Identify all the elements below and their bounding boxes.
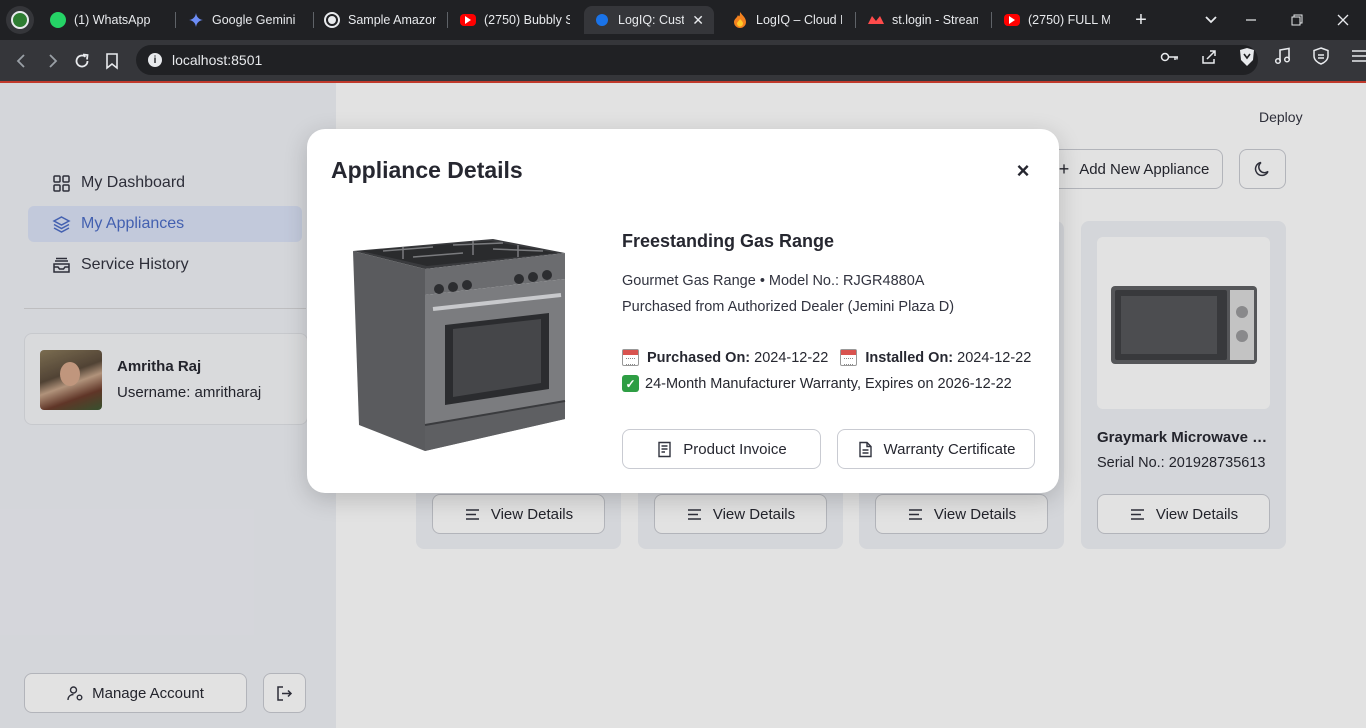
tab-title: Google Gemini (212, 13, 296, 27)
tab-title: st.login - Stream (892, 13, 978, 27)
tab-youtube-bubbly[interactable]: (2750) Bubbly Si (450, 6, 580, 34)
calendar-icon (840, 349, 858, 366)
installed-on-value: 2024-12-22 (957, 349, 1032, 366)
browser-toolbar: i localhost:8501 (0, 40, 1366, 81)
close-tab-icon[interactable]: ✕ (692, 12, 704, 29)
tab-youtube-full[interactable]: (2750) FULL MA (994, 6, 1120, 34)
document-icon (858, 441, 872, 457)
warranty-text: 24-Month Manufacturer Warranty, Expires … (645, 375, 1012, 392)
tab-logiq-cloud[interactable]: LogIQ – Cloud F (722, 6, 852, 34)
firebase-icon (732, 12, 748, 28)
app-icon (594, 12, 610, 28)
brave-shield-icon[interactable] (1238, 47, 1256, 72)
receipt-icon (658, 441, 671, 457)
warranty-certificate-label: Warranty Certificate (883, 440, 1016, 458)
forward-icon[interactable] (40, 49, 64, 73)
purchased-on-label: Purchased On: (647, 349, 751, 366)
modal-title: Appliance Details (331, 157, 523, 183)
gemini-icon (188, 12, 204, 28)
close-icon[interactable]: × (1011, 158, 1035, 183)
tab-title: (2750) FULL MA (1028, 13, 1110, 27)
tab-title: (2750) Bubbly Si (484, 13, 570, 27)
appliance-details-modal: Appliance Details × Freestanding Gas Ran… (307, 129, 1059, 493)
tab-logiq-active[interactable]: LogIQ: Cust ✕ (584, 6, 714, 34)
url-text: localhost:8501 (172, 52, 263, 68)
password-key-icon[interactable] (1160, 49, 1180, 70)
address-bar[interactable]: i localhost:8501 (136, 45, 1258, 75)
date-info: Purchased On: 2024-12-22 Installed On: 2… (622, 349, 1031, 366)
tab-whatsapp[interactable]: (1) WhatsApp (40, 6, 170, 34)
installed-on-label: Installed On: (865, 349, 954, 366)
purchased-on-value: 2024-12-22 (754, 349, 829, 366)
calendar-icon (622, 349, 639, 366)
openai-icon (324, 12, 340, 28)
product-invoice-button[interactable]: Product Invoice (622, 429, 821, 469)
tab-title: Sample Amazon (348, 13, 436, 27)
youtube-icon (1004, 14, 1020, 26)
warranty-info: ✓ 24-Month Manufacturer Warranty, Expire… (622, 375, 1012, 392)
reload-icon[interactable] (70, 49, 94, 73)
bookmark-icon[interactable] (100, 49, 124, 73)
product-model-line: Gourmet Gas Range • Model No.: RJGR4880A (622, 273, 925, 289)
share-icon[interactable] (1200, 48, 1218, 71)
check-icon: ✓ (622, 375, 639, 392)
gas-range-image (343, 229, 573, 457)
vpn-shield-icon[interactable] (1312, 47, 1330, 70)
youtube-icon (460, 14, 476, 26)
media-music-icon[interactable] (1274, 47, 1292, 70)
tab-sample-amazon[interactable]: Sample Amazon (314, 6, 446, 34)
restore-icon[interactable] (1274, 0, 1320, 40)
site-info-icon[interactable]: i (148, 53, 162, 67)
new-tab-icon[interactable]: + (1118, 0, 1164, 40)
browser-tab-strip: (1) WhatsApp Google Gemini Sample Amazon… (0, 0, 1366, 40)
streamlit-icon (868, 12, 884, 28)
tab-title: LogIQ – Cloud F (756, 13, 842, 27)
product-name: Freestanding Gas Range (622, 231, 835, 251)
tab-title: LogIQ: Cust (618, 13, 685, 27)
tab-st-login[interactable]: st.login - Stream (858, 6, 988, 34)
whatsapp-icon (50, 12, 66, 28)
tab-title: (1) WhatsApp (74, 13, 151, 27)
menu-icon[interactable] (1350, 47, 1366, 70)
minimize-icon[interactable] (1228, 0, 1274, 40)
product-invoice-label: Product Invoice (683, 440, 787, 458)
browser-profile-icon[interactable] (6, 6, 34, 34)
back-icon[interactable] (10, 49, 34, 73)
close-window-icon[interactable] (1320, 0, 1366, 40)
warranty-certificate-button[interactable]: Warranty Certificate (837, 429, 1035, 469)
product-purchase-source: Purchased from Authorized Dealer (Jemini… (622, 299, 955, 315)
tab-google-gemini[interactable]: Google Gemini (178, 6, 308, 34)
